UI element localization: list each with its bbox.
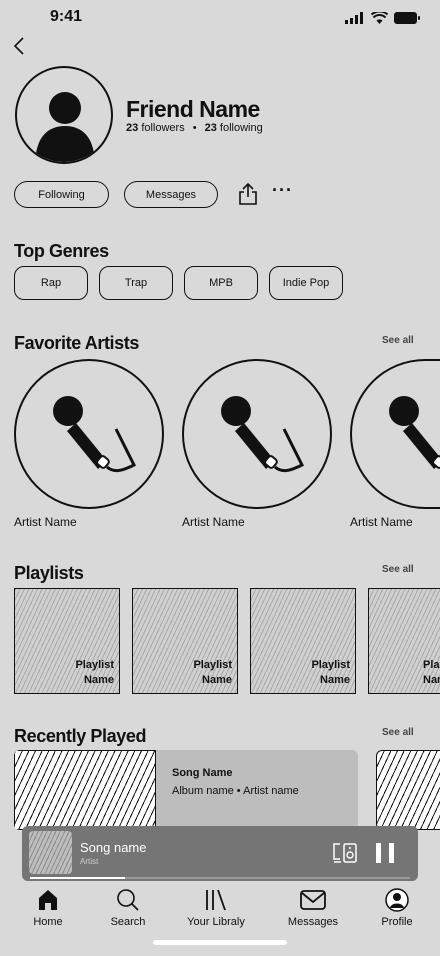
nav-messages-label: Messages: [287, 916, 339, 928]
genre-chip[interactable]: Rap: [14, 266, 88, 300]
microphone-icon: [221, 396, 305, 473]
devices-button[interactable]: [332, 842, 358, 869]
playlist-card[interactable]: PlaylistName: [368, 588, 440, 694]
player-progress-bar[interactable]: [30, 877, 410, 879]
nav-library[interactable]: Your Libraly: [176, 888, 256, 928]
followers-count[interactable]: 23 followers: [126, 122, 185, 134]
mini-player[interactable]: Song name Artist: [22, 826, 418, 881]
playlists-see-all[interactable]: See all: [382, 564, 414, 575]
wifi-icon: [371, 12, 388, 24]
genre-chip[interactable]: Indie Pop: [269, 266, 343, 300]
pause-icon: [376, 843, 394, 863]
messages-button[interactable]: Messages: [124, 181, 218, 208]
follow-counts: 23 followers • 23 following: [126, 122, 263, 134]
nav-home-label: Home: [33, 916, 63, 928]
artist-card[interactable]: [14, 359, 164, 509]
following-count[interactable]: 23 following: [205, 122, 263, 134]
share-icon: [239, 182, 257, 205]
profile-icon: [385, 888, 409, 912]
share-button[interactable]: [237, 181, 259, 207]
avatar: [15, 66, 113, 164]
followers-number: 23: [126, 122, 139, 134]
recently-played-see-all[interactable]: See all: [382, 727, 414, 738]
genre-chip[interactable]: MPB: [184, 266, 258, 300]
nav-search-label: Search: [110, 916, 146, 928]
playlists-title: Playlists: [14, 563, 84, 583]
status-time: 9:41: [50, 8, 83, 25]
recent-song-meta: Album name • Artist name: [172, 785, 299, 797]
microphone-icon: [389, 396, 440, 469]
recent-item-artwork: [14, 750, 156, 830]
recent-item-card[interactable]: [376, 750, 440, 830]
back-button[interactable]: [10, 34, 30, 58]
recently-played-title: Recently Played: [14, 726, 147, 746]
top-genres-title: Top Genres: [14, 241, 109, 261]
home-icon: [39, 890, 57, 910]
devices-icon: [333, 843, 357, 863]
library-icon: [206, 889, 226, 911]
status-icons: [345, 12, 420, 24]
playlist-card[interactable]: PlaylistName: [250, 588, 356, 694]
favorite-artists-title: Favorite Artists: [14, 333, 139, 353]
artist-name: Artist Name: [14, 515, 77, 529]
playlist-card[interactable]: PlaylistName: [14, 588, 120, 694]
recent-item-card[interactable]: Song Name Album name • Artist name: [14, 750, 358, 830]
nav-search[interactable]: Search: [88, 888, 168, 928]
genre-chip[interactable]: Trap: [99, 266, 173, 300]
nav-profile-label: Profile: [381, 916, 413, 928]
following-label: following: [219, 122, 263, 134]
more-options-button[interactable]: ···: [272, 180, 293, 201]
playlist-card[interactable]: PlaylistName: [132, 588, 238, 694]
playlist-name: PlaylistName: [193, 659, 232, 686]
artist-card[interactable]: [182, 359, 332, 509]
home-indicator: [153, 940, 287, 945]
favorite-artists-see-all[interactable]: See all: [382, 335, 414, 346]
artist-name: Artist Name: [182, 515, 245, 529]
profile-name: Friend Name: [126, 96, 260, 122]
battery-icon: [394, 12, 420, 24]
nav-home[interactable]: Home: [8, 888, 88, 928]
artist-name: Artist Name: [350, 515, 413, 529]
person-icon: [35, 92, 95, 162]
pause-button[interactable]: [374, 842, 396, 869]
microphone-icon: [53, 396, 137, 473]
nav-library-label: Your Libraly: [187, 916, 245, 928]
signal-icon: [345, 12, 363, 24]
player-artwork: [29, 831, 72, 874]
nav-profile[interactable]: Profile: [357, 888, 437, 928]
player-progress-fill: [30, 877, 125, 879]
playlist-name: PlaylistName: [423, 659, 440, 686]
playlist-name: PlaylistName: [311, 659, 350, 686]
search-icon: [117, 889, 139, 911]
chevron-left-icon: [13, 37, 24, 55]
playlist-name: PlaylistName: [75, 659, 114, 686]
separator: •: [192, 122, 197, 134]
following-number: 23: [204, 122, 217, 134]
player-artist-name: Artist: [80, 857, 99, 866]
artist-card[interactable]: [350, 359, 440, 509]
following-button[interactable]: Following: [14, 181, 109, 208]
mail-icon: [300, 890, 326, 910]
recent-song-name: Song Name: [172, 767, 233, 779]
nav-messages[interactable]: Messages: [273, 888, 353, 928]
followers-label: followers: [141, 122, 185, 134]
player-song-name: Song name: [80, 840, 147, 855]
